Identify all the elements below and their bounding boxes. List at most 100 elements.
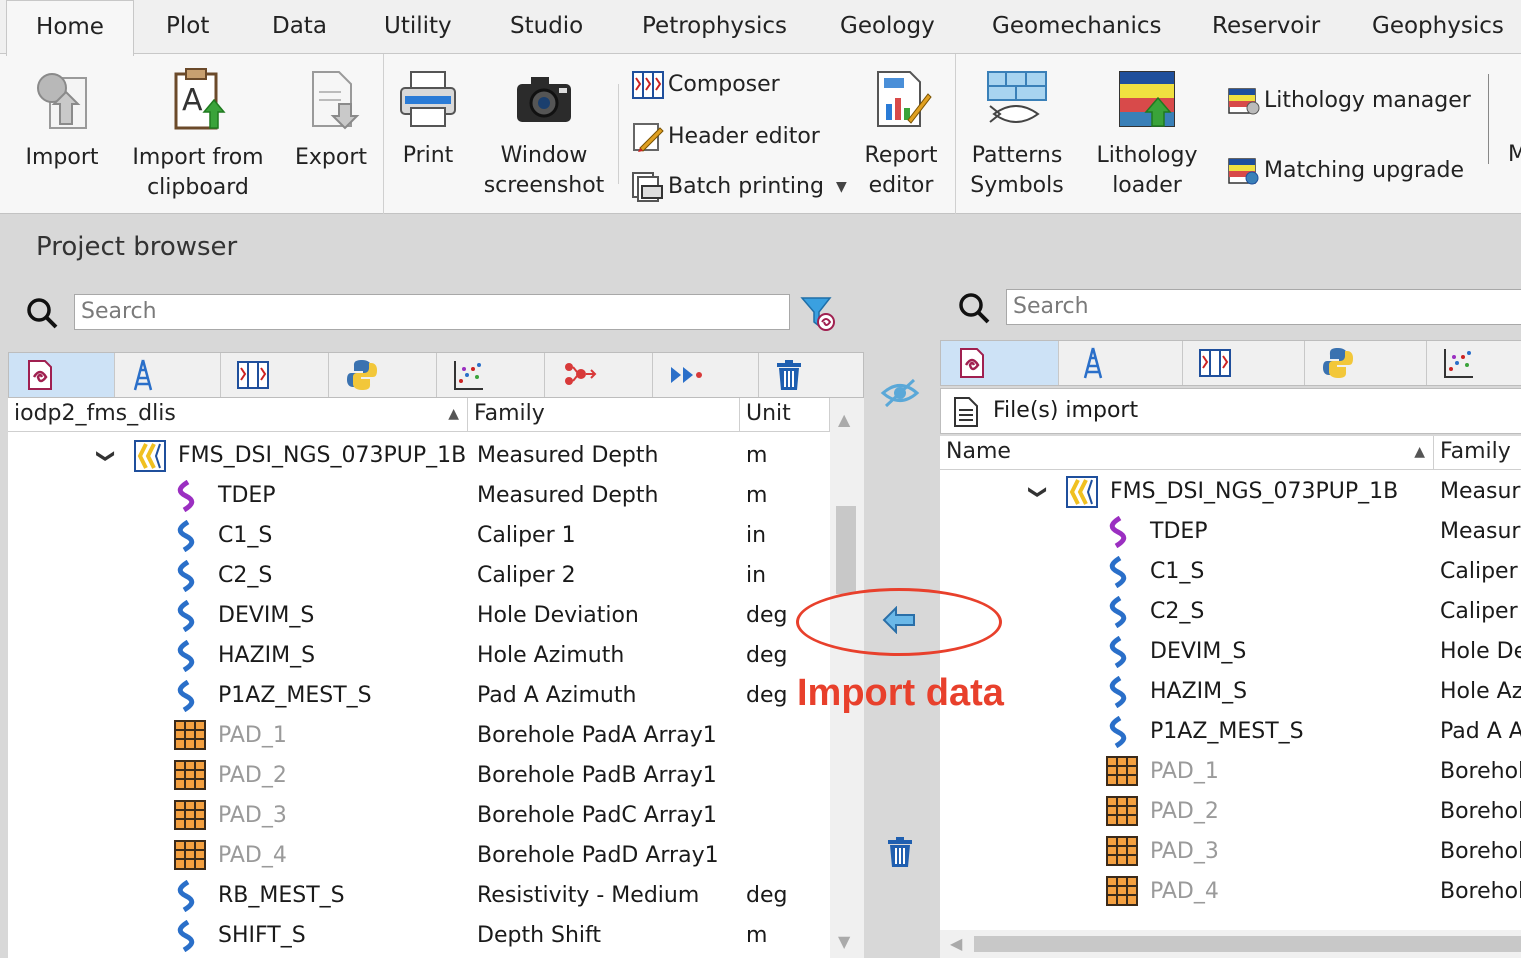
header-editor-label: Header editor [668, 124, 820, 149]
tab-studio[interactable]: Studio [510, 0, 583, 54]
import-button[interactable]: Import [16, 66, 108, 173]
table-row[interactable]: PAD_2 Borehole PadB Array1 [8, 756, 830, 796]
right-column-family-header[interactable]: Family [1434, 436, 1521, 470]
right-crossplot-filter-button[interactable] [1427, 341, 1520, 385]
column-unit-header[interactable]: Unit [740, 398, 830, 432]
row-name: RB_MEST_S [218, 883, 345, 908]
forward-filter-button[interactable] [653, 353, 759, 397]
row-name: SHIFT_S [218, 923, 306, 948]
table-row[interactable]: P1AZ_MEST_S Pad A A [940, 712, 1521, 752]
right-layout-filter-button[interactable] [1183, 341, 1305, 385]
composer-label: Composer [668, 72, 780, 97]
batch-printing-button[interactable]: Batch printing ▼ [632, 172, 847, 202]
chevron-down-icon[interactable]: ❯ [86, 448, 126, 463]
chevron-down-icon[interactable]: ❯ [1018, 484, 1058, 499]
scroll-up-icon[interactable]: ▲ [838, 410, 850, 429]
layout-filter-button[interactable] [221, 353, 329, 397]
tab-geomechanics[interactable]: Geomechanics [992, 0, 1162, 54]
table-row[interactable]: P1AZ_MEST_S Pad A Azimuth deg [8, 676, 830, 716]
patterns-symbols-button[interactable]: Patterns Symbols [964, 68, 1070, 201]
table-row[interactable]: C1_S Caliper [940, 552, 1521, 592]
table-row[interactable]: PAD_1 Borehol [940, 752, 1521, 792]
table-row[interactable]: C1_S Caliper 1 in [8, 516, 830, 556]
image-array-icon [174, 760, 206, 790]
table-row[interactable]: RB_MEST_S Resistivity - Medium deg [8, 876, 830, 916]
scroll-left-icon[interactable]: ◀ [950, 934, 962, 953]
export-button[interactable]: Export [288, 66, 374, 173]
tab-utility[interactable]: Utility [384, 0, 452, 54]
derrick-icon [133, 359, 153, 391]
row-name: PAD_3 [1150, 839, 1219, 864]
tab-data[interactable]: Data [272, 0, 327, 54]
python-filter-button[interactable] [329, 353, 437, 397]
scroll-thumb[interactable] [836, 506, 856, 594]
file-import-item[interactable]: File(s) import [940, 388, 1521, 434]
row-unit: deg [746, 643, 788, 668]
table-row[interactable]: PAD_3 Borehol [940, 832, 1521, 872]
window-screenshot-button[interactable]: Window screenshot [478, 68, 610, 201]
crossplot-filter-button[interactable] [437, 353, 545, 397]
window-screenshot-label-1: Window [500, 143, 588, 168]
row-name: DEVIM_S [218, 603, 315, 628]
tab-reservoir[interactable]: Reservoir [1212, 0, 1320, 54]
scroll-down-icon[interactable]: ▼ [838, 932, 850, 951]
dataset-row[interactable]: ❯ FMS_DSI_NGS_073PUP_1B Measured Depth m [8, 436, 830, 476]
scroll-thumb[interactable] [974, 936, 1521, 952]
row-unit: in [746, 563, 767, 588]
delete-filter-button[interactable] [759, 353, 863, 397]
filter-icon[interactable] [800, 294, 838, 332]
table-row[interactable]: HAZIM_S Hole Az [940, 672, 1521, 712]
print-button[interactable]: Print [390, 68, 466, 171]
ribbon-overflow-button[interactable]: M [1508, 140, 1521, 170]
tab-petrophysics[interactable]: Petrophysics [642, 0, 787, 54]
tab-home[interactable]: Home [6, 0, 134, 56]
tab-geology[interactable]: Geology [840, 0, 935, 54]
tab-plot[interactable]: Plot [166, 0, 209, 54]
table-row[interactable]: PAD_4 Borehol [940, 872, 1521, 912]
wells-filter-button[interactable] [9, 353, 115, 397]
report-editor-button[interactable]: Report editor [858, 68, 944, 201]
table-row[interactable]: PAD_1 Borehole PadA Array1 [8, 716, 830, 756]
header-editor-button[interactable]: Header editor [632, 122, 820, 152]
table-row[interactable]: SHIFT_S Depth Shift m [8, 916, 830, 956]
hierarchy-filter-button[interactable] [545, 353, 653, 397]
column-family-header[interactable]: Family [468, 398, 740, 432]
left-search-input[interactable]: Search [74, 294, 790, 330]
right-tower-filter-button[interactable] [1059, 341, 1183, 385]
left-data-type-toolbar [8, 352, 864, 398]
transfer-strip [864, 216, 938, 958]
table-row[interactable]: TDEP Measured Depth m [8, 476, 830, 516]
right-horizontal-scrollbar[interactable]: ◀ [940, 930, 1521, 958]
column-name-header[interactable]: iodp2_fms_dlis ▲ [8, 398, 468, 432]
log-curve-icon [177, 559, 195, 593]
composer-button[interactable]: Composer [632, 70, 780, 100]
table-row[interactable]: PAD_4 Borehole PadD Array1 [8, 836, 830, 876]
crossplot-icon [454, 361, 483, 390]
tab-geophysics[interactable]: Geophysics [1372, 0, 1504, 54]
table-row[interactable]: HAZIM_S Hole Azimuth deg [8, 636, 830, 676]
eye-hidden-icon[interactable] [880, 376, 920, 410]
table-row[interactable]: TDEP Measure [940, 512, 1521, 552]
matching-upgrade-button[interactable]: Matching upgrade [1228, 156, 1464, 186]
right-python-filter-button[interactable] [1305, 341, 1427, 385]
row-family: Caliper : [1440, 599, 1521, 624]
trash-icon[interactable] [886, 836, 914, 868]
table-row[interactable]: C2_S Caliper 2 in [8, 556, 830, 596]
table-row[interactable]: DEVIM_S Hole Deviation deg [8, 596, 830, 636]
table-row[interactable]: PAD_3 Borehole PadC Array1 [8, 796, 830, 836]
tower-filter-button[interactable] [115, 353, 221, 397]
chevron-down-icon[interactable]: ▼ [836, 173, 847, 201]
lithology-loader-button[interactable]: Lithology loader [1088, 68, 1206, 201]
lithology-manager-button[interactable]: Lithology manager [1228, 86, 1471, 116]
right-column-name-header[interactable]: Name ▲ [940, 436, 1434, 470]
import-clipboard-button[interactable]: A Import from clipboard [124, 66, 272, 203]
row-name: C2_S [218, 563, 273, 588]
printer-icon [400, 71, 456, 127]
dataset-row[interactable]: ❯ FMS_DSI_NGS_073PUP_1B Measure [940, 472, 1521, 512]
sort-ascending-icon: ▲ [448, 406, 459, 422]
right-wells-filter-button[interactable] [941, 341, 1059, 385]
table-row[interactable]: PAD_2 Borehol [940, 792, 1521, 832]
table-row[interactable]: C2_S Caliper : [940, 592, 1521, 632]
table-row[interactable]: DEVIM_S Hole De [940, 632, 1521, 672]
right-search-input[interactable]: Search [1006, 289, 1521, 325]
